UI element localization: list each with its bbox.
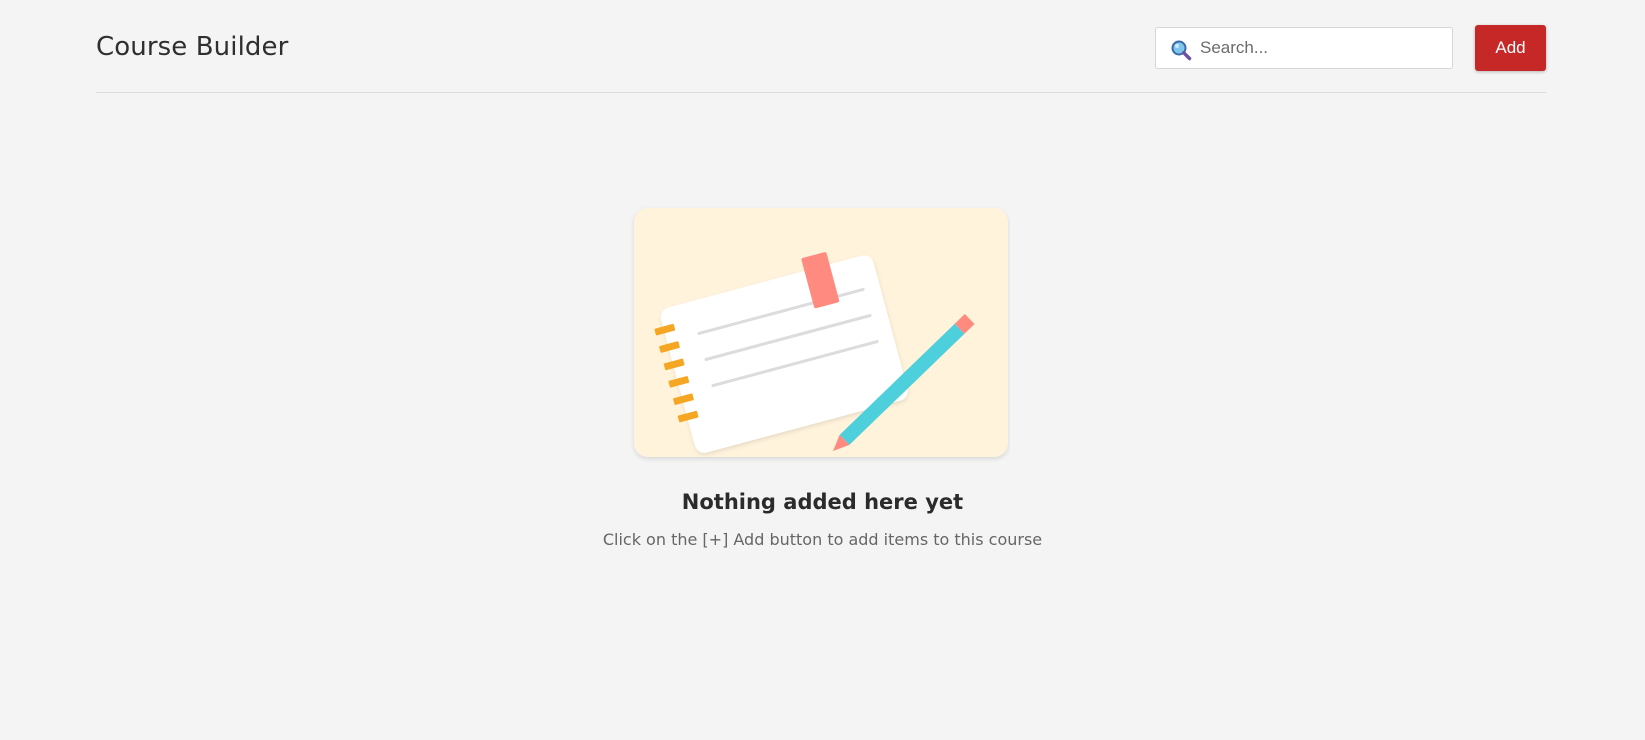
empty-state-description: Click on the [+] Add button to add items…: [602, 530, 1043, 549]
search-icon: [1170, 39, 1192, 61]
page-title: Course Builder: [96, 32, 289, 62]
add-button[interactable]: Add: [1475, 25, 1546, 71]
empty-state-title: Nothing added here yet: [681, 490, 964, 514]
search-input[interactable]: [1200, 28, 1440, 68]
page-header: Course Builder Add: [96, 0, 1546, 93]
search-box[interactable]: [1155, 27, 1453, 69]
notebook-and-pencil-illustration: [630, 200, 1010, 472]
